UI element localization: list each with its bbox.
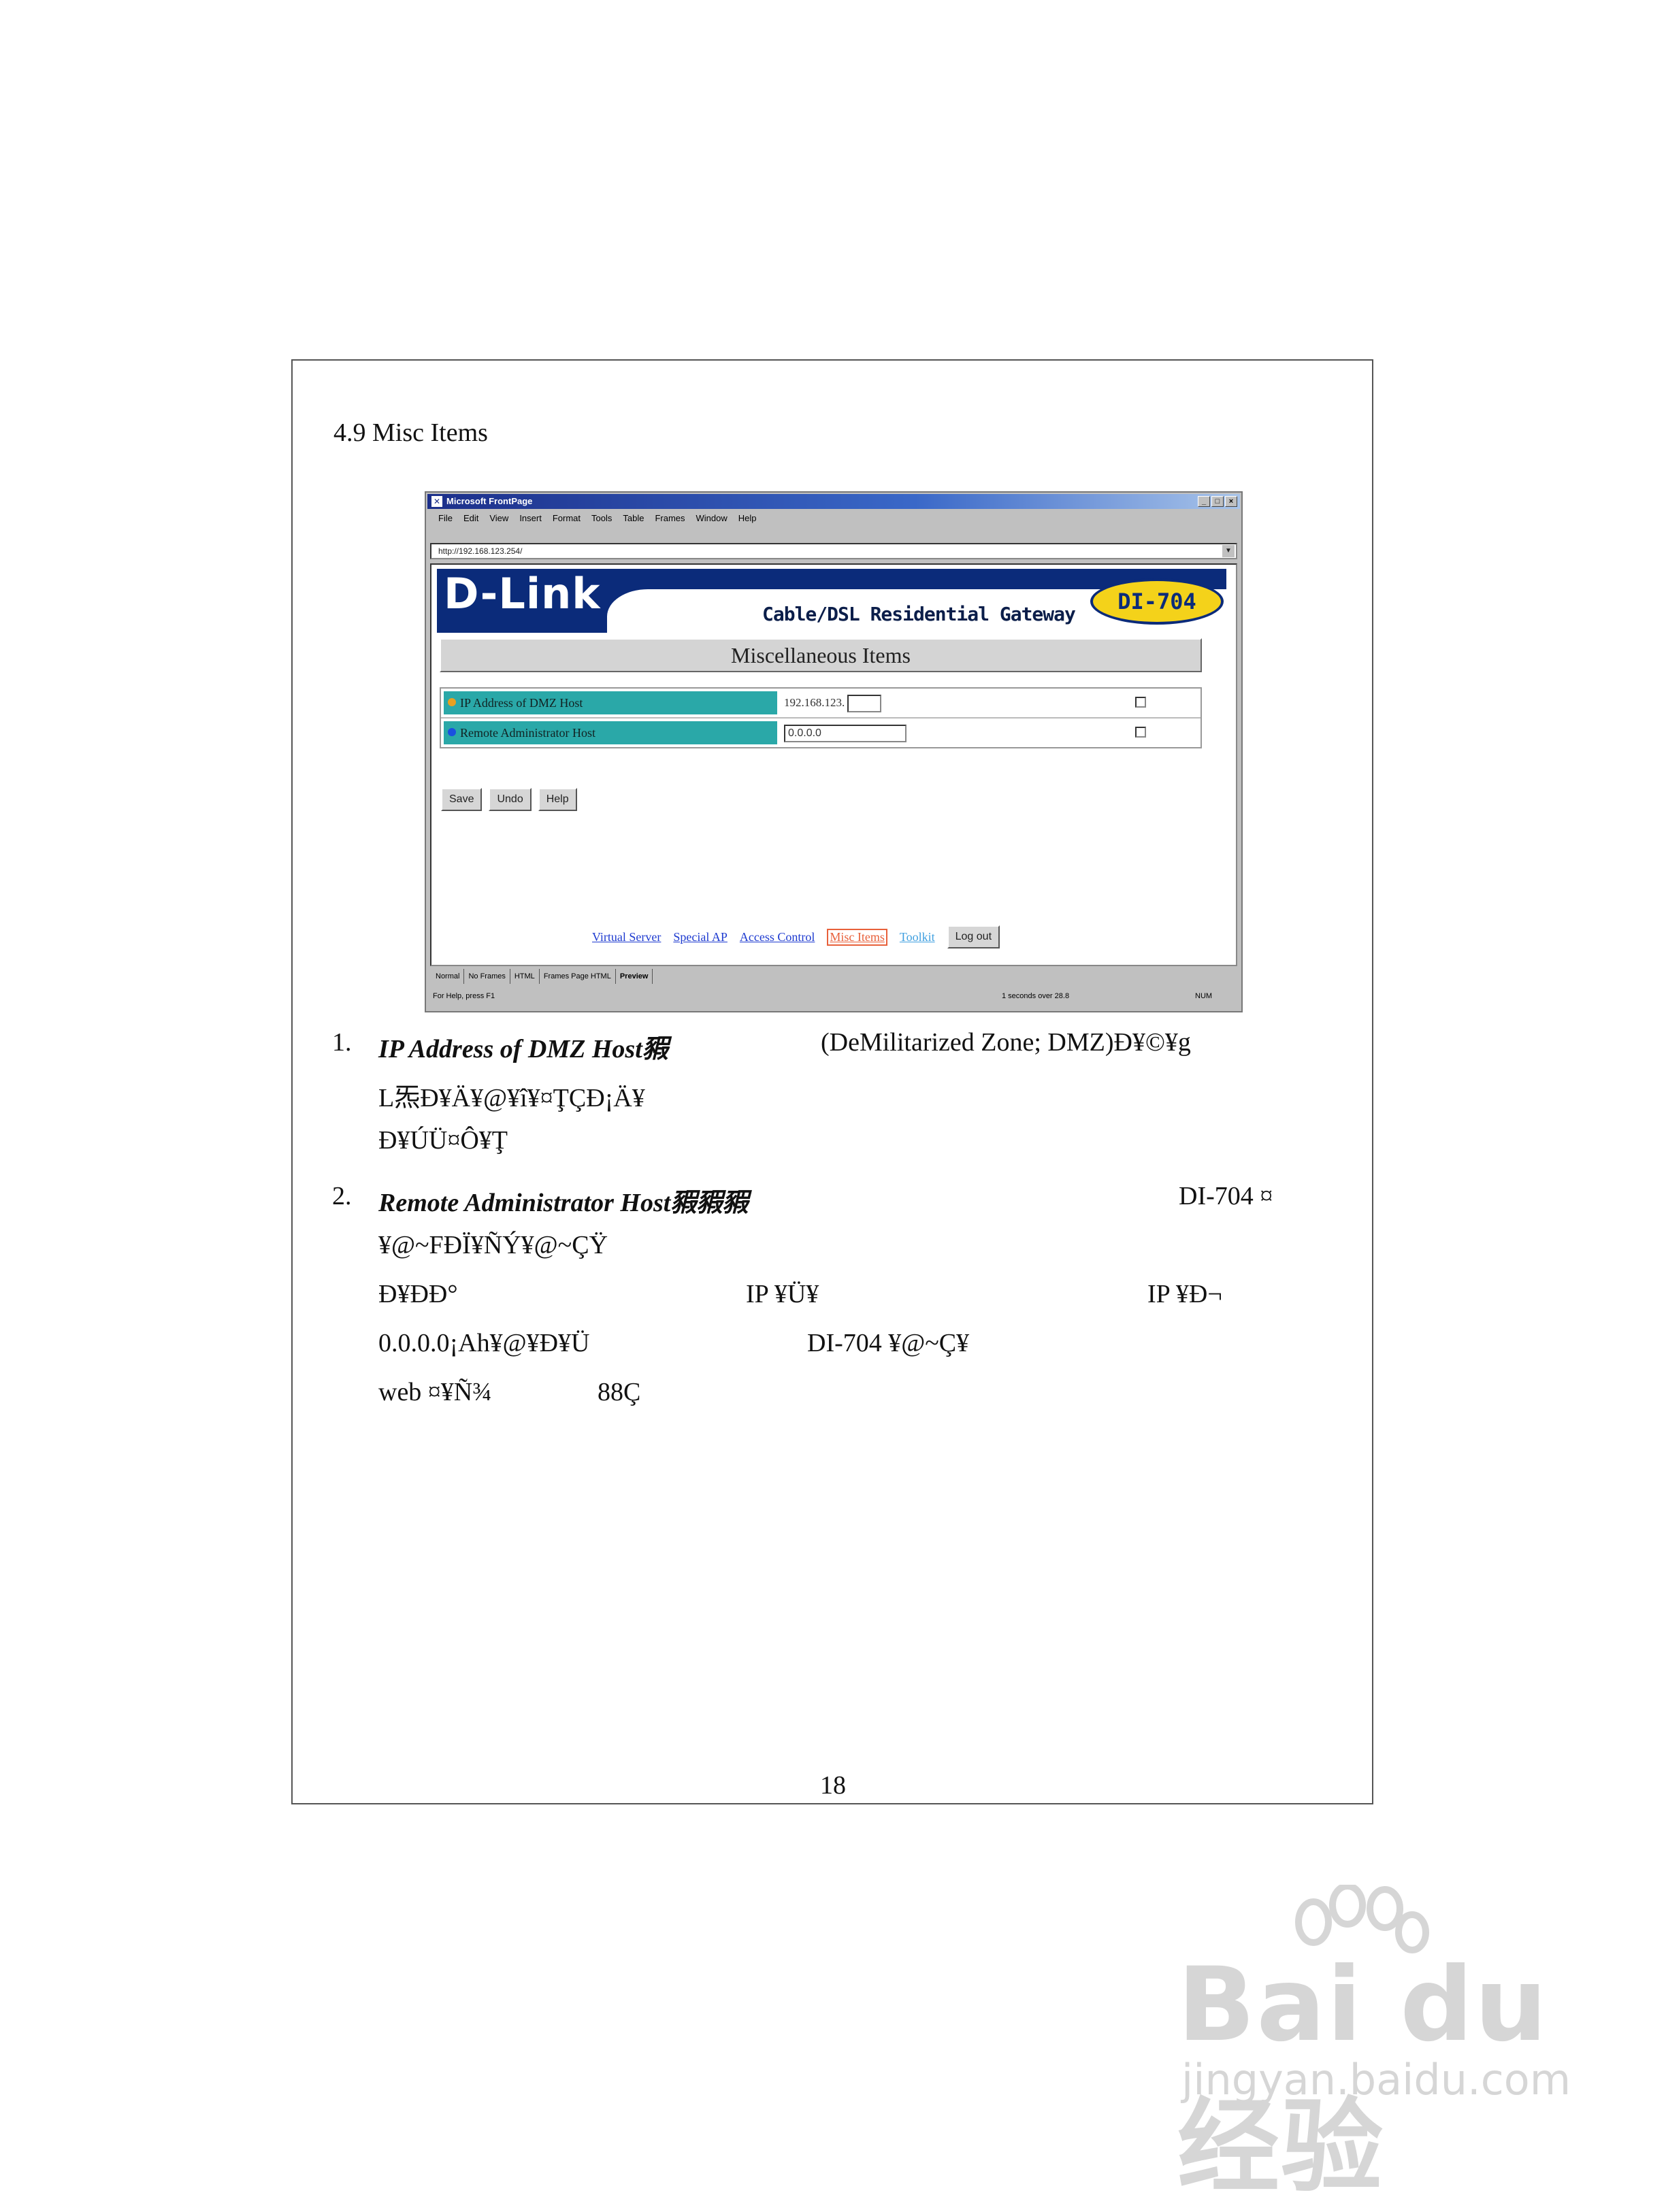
item-2-text: 0.0.0.0¡Ah¥@¥Ð¥Ü [378, 1329, 590, 1357]
item-1-text: (DeMilitarized Zone; DMZ)Ð¥©¥g [821, 1028, 1191, 1057]
link-special-ap[interactable]: Special AP [673, 930, 728, 944]
status-download-time: 1 seconds over 28.8 [1002, 992, 1070, 1000]
dmz-host-value: 192.168.123. [781, 691, 1081, 714]
minimize-icon[interactable]: _ [1198, 496, 1210, 507]
logout-button[interactable]: Log out [947, 925, 1000, 948]
page-number: 18 [820, 1771, 846, 1800]
item-1-number: 1. [332, 1028, 352, 1057]
menu-frames[interactable]: Frames [655, 512, 685, 525]
remote-admin-label: Remote Administrator Host [444, 721, 777, 744]
action-buttons: Save Undo Help [441, 788, 577, 811]
item-2-text: DI-704 ¤ [1179, 1182, 1273, 1210]
bullet-icon [448, 698, 456, 706]
dlink-logo: D-Link [444, 569, 601, 618]
close-icon[interactable]: × [1225, 496, 1237, 507]
item-2-text: IP ¥Ü¥ [746, 1280, 819, 1308]
remote-admin-enable-checkbox[interactable] [1135, 727, 1146, 738]
item-2-text: web ¤¥Ñ¾ [378, 1378, 492, 1406]
product-line: Cable/DSL Residential Gateway [762, 603, 1076, 625]
page-content: D-Link Cable/DSL Residential Gateway DI-… [430, 563, 1237, 966]
tab-no-frames[interactable]: No Frames [468, 969, 510, 984]
status-help: For Help, press F1 [433, 992, 495, 1000]
dmz-ip-prefix: 192.168.123. [784, 696, 845, 709]
dmz-ip-input[interactable] [847, 694, 882, 712]
footer-nav: Virtual Server Special AP Access Control… [592, 925, 1000, 948]
menu-help[interactable]: Help [738, 512, 757, 525]
address-text: http://192.168.123.254/ [438, 546, 523, 556]
menu-format[interactable]: Format [553, 512, 581, 525]
model-badge: DI-704 [1090, 578, 1224, 625]
tab-preview[interactable]: Preview [620, 969, 653, 984]
baidu-watermark: Bai du 经验 jingyan.baidu.com [1157, 1885, 1571, 2207]
dmz-host-label: IP Address of DMZ Host [444, 691, 777, 714]
remote-admin-value: 0.0.0.0 [781, 721, 1081, 744]
item-2-text: 88Ç [598, 1378, 641, 1406]
menu-window[interactable]: Window [696, 512, 728, 525]
status-bar: For Help, press F1 1 seconds over 28.8 N… [430, 988, 1237, 1004]
tab-frames-page-html[interactable]: Frames Page HTML [544, 969, 616, 984]
address-bar[interactable]: http://192.168.123.254/ ▼ [430, 543, 1237, 559]
view-tabs: Normal No Frames HTML Frames Page HTML P… [430, 969, 1237, 984]
menu-tools[interactable]: Tools [591, 512, 612, 525]
section-title: 4.9 Misc Items [333, 418, 488, 447]
item-1-text: Ð¥ÚÜ¤Ô¥Ţ [378, 1126, 508, 1155]
menu-insert[interactable]: Insert [519, 512, 542, 525]
frontpage-screenshot: ✕ Microsoft FrontPage _ □ × File Edit Vi… [425, 491, 1243, 1012]
item-2-heading: Remote Administrator Host豭豭豭 [378, 1189, 749, 1217]
window-controls: _ □ × [1198, 496, 1237, 507]
menu-edit[interactable]: Edit [463, 512, 478, 525]
remote-admin-row: Remote Administrator Host 0.0.0.0 [441, 717, 1200, 747]
save-button[interactable]: Save [441, 788, 483, 811]
window-title: Microsoft FrontPage [446, 496, 533, 506]
chevron-down-icon[interactable]: ▼ [1222, 545, 1235, 557]
link-virtual-server[interactable]: Virtual Server [592, 930, 661, 944]
item-1-heading: IP Address of DMZ Host豭 [378, 1035, 668, 1063]
link-misc-items[interactable]: Misc Items [827, 928, 887, 946]
item-2-text: IP ¥Ð¬ [1147, 1280, 1222, 1308]
dmz-enable-checkbox[interactable] [1135, 697, 1146, 708]
item-2-text: Ð¥ÐÐ° [378, 1280, 458, 1308]
settings-table: IP Address of DMZ Host 192.168.123. Remo… [440, 687, 1202, 748]
menu-bar: File Edit View Insert Format Tools Table… [430, 512, 1237, 525]
remote-admin-ip-input[interactable]: 0.0.0.0 [784, 724, 906, 742]
item-2-text: ¥@~FÐÏ¥ÑÝ¥@~ÇŸ [378, 1231, 608, 1259]
item-2-text: DI-704 ¥@~Ç¥ [807, 1329, 970, 1357]
link-toolkit[interactable]: Toolkit [900, 930, 935, 944]
item-2-number: 2. [332, 1182, 352, 1210]
link-access-control[interactable]: Access Control [740, 930, 815, 944]
tab-normal[interactable]: Normal [436, 969, 465, 984]
watermark-url: jingyan.baidu.com [1181, 2055, 1571, 2104]
panel-title: Miscellaneous Items [440, 638, 1202, 672]
window-titlebar: ✕ Microsoft FrontPage _ □ × [427, 494, 1240, 509]
tab-html[interactable]: HTML [514, 969, 540, 984]
menu-file[interactable]: File [438, 512, 453, 525]
menu-view[interactable]: View [489, 512, 508, 525]
menu-table[interactable]: Table [623, 512, 644, 525]
frontpage-app-icon: ✕ [431, 496, 442, 507]
maximize-icon[interactable]: □ [1211, 496, 1224, 507]
status-num: NUM [1195, 992, 1213, 1000]
undo-button[interactable]: Undo [489, 788, 532, 811]
dmz-host-row: IP Address of DMZ Host 192.168.123. [441, 689, 1200, 717]
item-1-text: L炁Ð¥Ä¥@¥î¥¤ŢÇÐ¡Ä¥ [378, 1084, 645, 1112]
dlink-banner: D-Link Cable/DSL Residential Gateway DI-… [437, 569, 1233, 633]
bullet-icon [448, 728, 456, 736]
help-button[interactable]: Help [538, 788, 577, 811]
